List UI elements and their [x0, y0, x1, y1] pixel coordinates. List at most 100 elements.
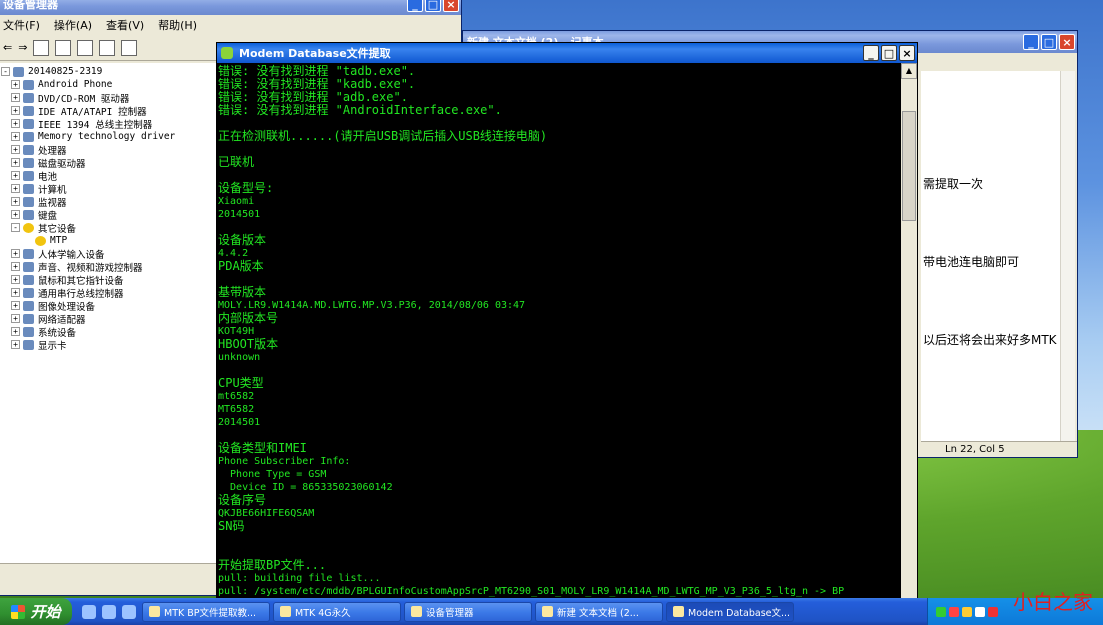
console-window[interactable]: Modem Database文件提取 _ □ × 错误: 没有找到进程 "tad… [216, 42, 918, 600]
expand-icon[interactable]: + [11, 210, 20, 219]
notepad-text-area[interactable]: 需提取一次 带电池连电脑即可 以后还将会出来好多MTK [921, 71, 1061, 441]
taskbar-button[interactable]: Modem Database文... [666, 601, 794, 622]
tree-item[interactable]: + 显示卡 [1, 338, 216, 352]
tray-icon[interactable] [936, 606, 946, 617]
start-button[interactable]: 开始 [0, 598, 72, 625]
tree-item[interactable]: + IDE ATA/ATAPI 控制器 [1, 104, 216, 118]
maximize-icon[interactable]: □ [881, 45, 897, 61]
maximize-icon[interactable]: □ [1041, 34, 1057, 50]
tray-icon[interactable] [949, 606, 959, 617]
notepad-statusbar: Ln 22, Col 5 [921, 441, 1077, 457]
console-line: KOT49H [218, 326, 255, 337]
console-scrollbar[interactable]: ▲ [901, 63, 917, 599]
expand-icon[interactable]: + [11, 132, 20, 141]
media-icon[interactable] [102, 604, 116, 619]
tree-item[interactable]: - 其它设备 [1, 221, 216, 235]
explorer-icon[interactable] [122, 604, 136, 619]
scroll-thumb[interactable] [902, 111, 916, 221]
expand-icon[interactable]: + [11, 288, 20, 297]
expand-icon[interactable]: + [11, 301, 20, 310]
expand-icon[interactable]: + [11, 93, 20, 102]
expand-icon[interactable]: + [11, 314, 20, 323]
back-icon[interactable]: ⇐ [3, 41, 12, 54]
tree-item[interactable]: + 声音、视频和游戏控制器 [1, 260, 216, 274]
taskbar-button[interactable]: 新建 文本文档 (2... [535, 601, 663, 622]
taskbar-button-label: 设备管理器 [426, 607, 474, 619]
menu-action[interactable]: 操作(A) [54, 17, 92, 33]
console-line: Device ID = 865335023060142 [218, 482, 393, 493]
tree-item[interactable]: + 图像处理设备 [1, 299, 216, 313]
close-icon[interactable]: × [1059, 34, 1075, 50]
tree-item[interactable]: + 鼠标和其它指针设备 [1, 273, 216, 287]
tree-item[interactable]: + 处理器 [1, 143, 216, 157]
expand-icon[interactable]: + [11, 327, 20, 336]
collapse-icon[interactable]: - [1, 67, 10, 76]
tray-icon[interactable] [975, 606, 985, 617]
expand-icon[interactable]: + [11, 197, 20, 206]
properties-icon[interactable] [33, 39, 50, 56]
expand-icon[interactable]: + [11, 158, 20, 167]
maximize-icon[interactable]: □ [425, 0, 441, 12]
expand-icon[interactable]: + [11, 275, 20, 284]
view-icon[interactable] [99, 39, 116, 56]
expand-icon[interactable]: + [11, 184, 20, 193]
menu-help[interactable]: 帮助(H) [158, 17, 197, 33]
tree-item-label: 人体学输入设备 [38, 249, 105, 261]
device-icon [23, 339, 34, 350]
minimize-icon[interactable]: _ [1023, 34, 1039, 50]
collapse-icon[interactable]: - [11, 223, 20, 232]
taskbar-button[interactable]: 设备管理器 [404, 601, 532, 622]
console-line: 设备类型和IMEI [218, 441, 307, 455]
scroll-up-icon[interactable]: ▲ [901, 63, 917, 79]
tree-item[interactable]: + 通用串行总线控制器 [1, 286, 216, 300]
console-titlebar[interactable]: Modem Database文件提取 _ □ × [217, 43, 917, 63]
minimize-icon[interactable]: _ [863, 45, 879, 61]
taskbar-button[interactable]: MTK BP文件提取教... [142, 601, 270, 622]
expand-icon[interactable]: + [11, 249, 20, 258]
expand-icon[interactable]: + [11, 262, 20, 271]
warning-icon [35, 235, 46, 246]
tree-item[interactable]: + DVD/CD-ROM 驱动器 [1, 91, 216, 105]
tree-item[interactable]: + 磁盘驱动器 [1, 156, 216, 170]
tray-icon[interactable] [962, 606, 972, 617]
help-icon[interactable] [77, 39, 94, 56]
expand-icon[interactable]: + [11, 171, 20, 180]
tree-item-label: IEEE 1394 总线主控制器 [38, 119, 153, 131]
tree-item[interactable]: + 电池 [1, 169, 216, 183]
notepad-line: 需提取一次 [923, 177, 984, 191]
tree-item[interactable]: + 计算机 [1, 182, 216, 196]
tree-item[interactable]: + 人体学输入设备 [1, 247, 216, 261]
tree-item[interactable]: + Android Phone [1, 78, 216, 91]
close-icon[interactable]: × [899, 45, 915, 61]
tray-icon[interactable] [988, 606, 998, 617]
expand-icon[interactable]: + [11, 106, 20, 115]
tree-item[interactable]: + 键盘 [1, 208, 216, 222]
taskbar-button[interactable]: MTK 4G永久 [273, 601, 401, 622]
menu-file[interactable]: 文件(F) [3, 17, 40, 33]
menu-view[interactable]: 查看(V) [106, 17, 144, 33]
console-line: Phone Subscriber Info: [218, 456, 351, 467]
tree-item[interactable]: + IEEE 1394 总线主控制器 [1, 117, 216, 131]
minimize-icon[interactable]: _ [407, 0, 423, 12]
device-manager-titlebar[interactable]: 设备管理器 _ □ × [0, 0, 461, 15]
scan-icon[interactable] [121, 39, 138, 56]
ie-icon[interactable] [82, 604, 96, 619]
forward-icon[interactable]: ⇒ [18, 41, 27, 54]
tree-item[interactable]: + 监视器 [1, 195, 216, 209]
close-icon[interactable]: × [443, 0, 459, 12]
tree-item[interactable]: + Memory technology driver [1, 130, 216, 143]
device-tree[interactable]: - 20140825-2319 + Android Phone + DVD/CD-RO… [0, 63, 217, 563]
tree-item[interactable]: MTP [1, 234, 216, 247]
tree-item[interactable]: + 网络适配器 [1, 312, 216, 326]
tree-root[interactable]: - 20140825-2319 [1, 65, 216, 78]
expand-icon[interactable]: + [11, 80, 20, 89]
notepad-scrollbar[interactable] [1060, 71, 1075, 441]
tree-item[interactable]: + 系统设备 [1, 325, 216, 339]
device-icon [23, 79, 34, 90]
expand-icon[interactable]: + [11, 119, 20, 128]
device-icon [23, 196, 34, 207]
expand-icon[interactable]: + [11, 145, 20, 154]
expand-icon[interactable]: + [11, 340, 20, 349]
print-icon[interactable] [55, 39, 72, 56]
